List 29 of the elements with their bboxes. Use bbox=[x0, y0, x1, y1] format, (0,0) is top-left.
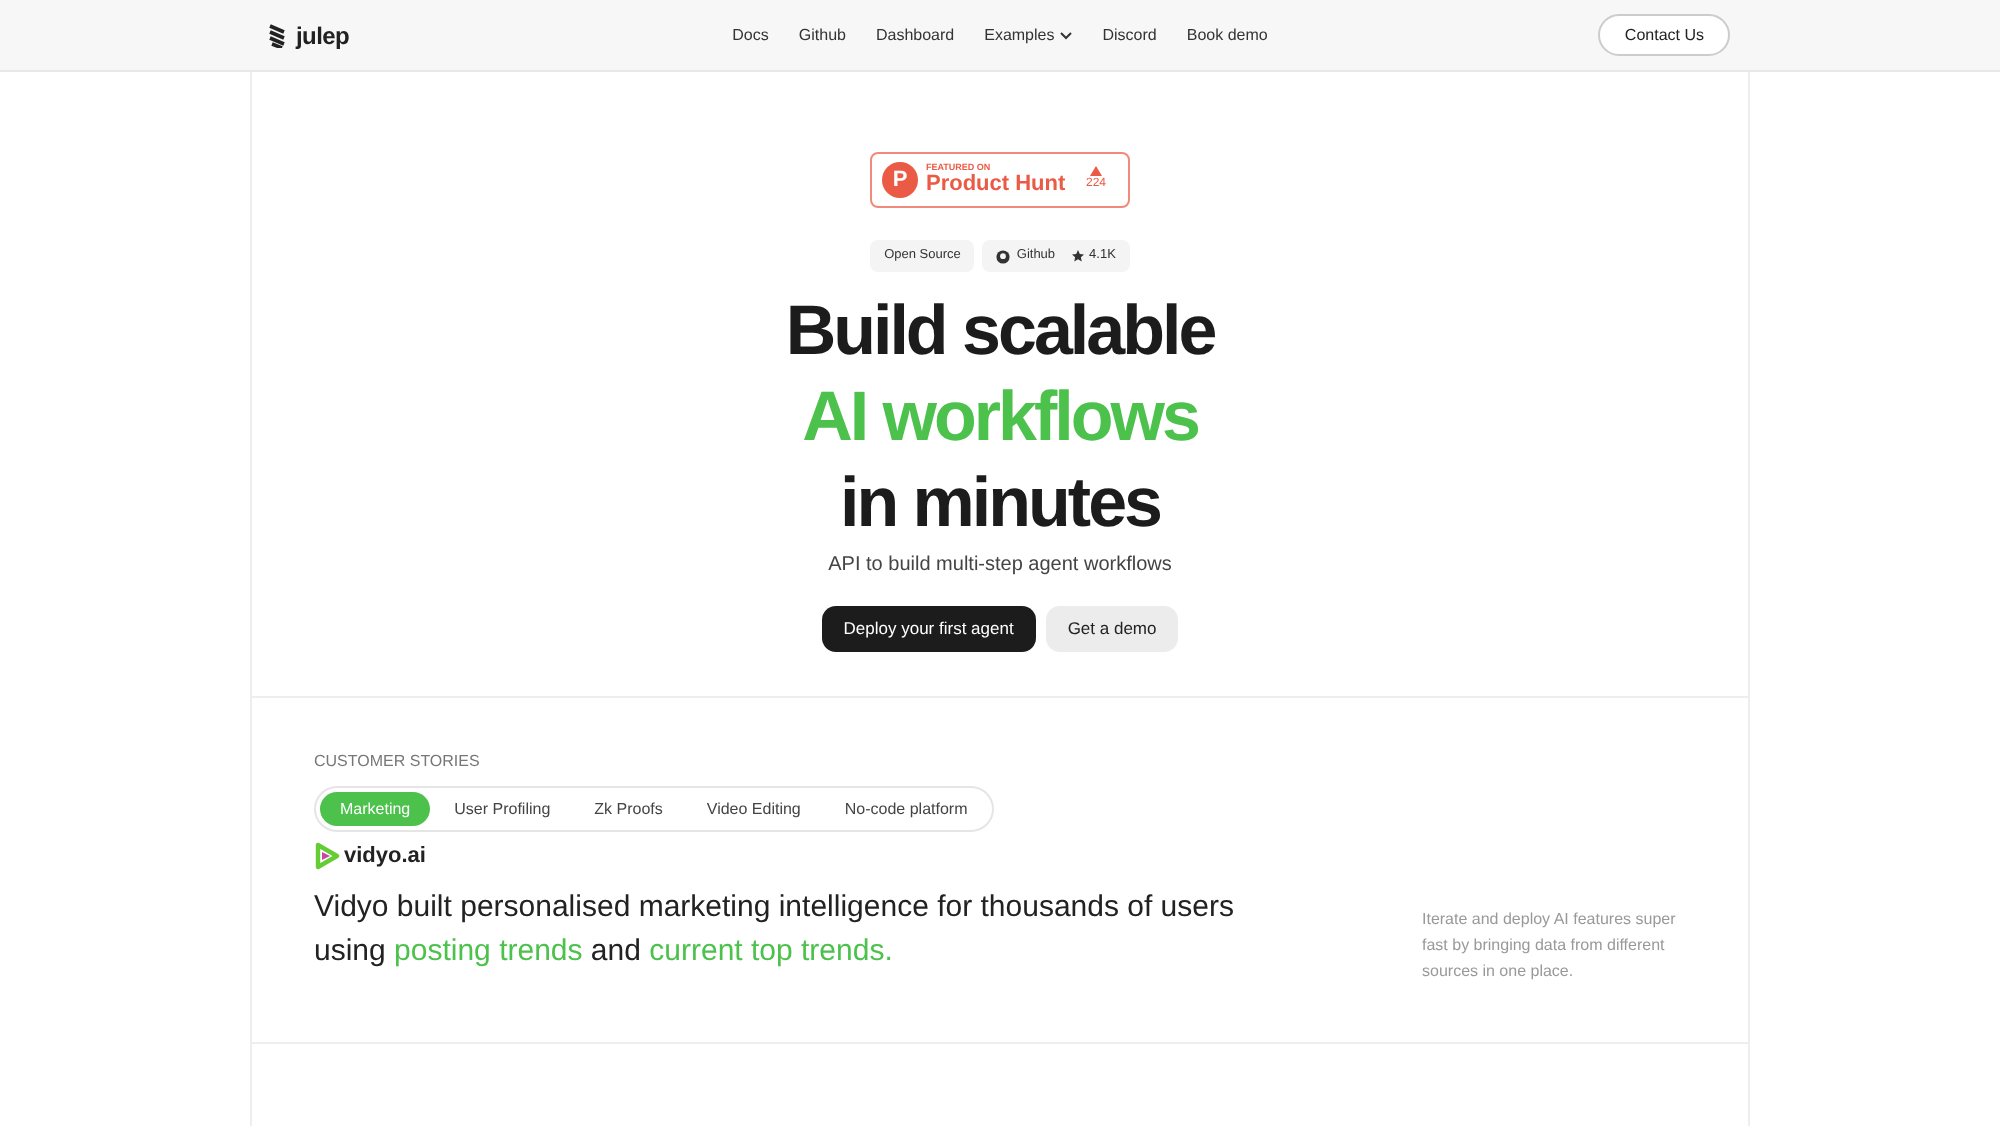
nav-link[interactable]: Book demo bbox=[1186, 23, 1268, 47]
product-hunt-logo: P bbox=[882, 162, 918, 198]
demo-button[interactable]: Get a demo bbox=[1045, 606, 1179, 652]
contact-button[interactable]: Contact Us bbox=[1598, 14, 1730, 56]
chevron-down-icon bbox=[1060, 31, 1073, 39]
story-tab[interactable]: Zk Proofs bbox=[574, 792, 683, 826]
deploy-button[interactable]: Deploy your first agent bbox=[821, 606, 1036, 652]
hero-subtitle: API to build multi-step agent workflows bbox=[828, 552, 1172, 580]
nav-link[interactable]: Github bbox=[798, 23, 846, 47]
story-tab[interactable]: User Profiling bbox=[434, 792, 571, 826]
nav-link[interactable]: Docs bbox=[732, 23, 769, 47]
brand-logo-text: vidyo.ai bbox=[344, 842, 426, 872]
section-heading: CUSTOMER STORIES bbox=[314, 750, 482, 774]
play-icon bbox=[314, 842, 340, 871]
hero-title-line: Build scalable bbox=[785, 290, 1215, 374]
story-tab[interactable]: Video Editing bbox=[686, 792, 821, 826]
nav-link[interactable]: Dashboard bbox=[875, 23, 955, 47]
star-icon bbox=[1071, 250, 1084, 262]
nav-link[interactable]: Discord bbox=[1102, 23, 1157, 47]
hero-title-line: in minutes bbox=[839, 462, 1161, 546]
product-hunt-name: Product Hunt bbox=[926, 173, 1066, 196]
hero-title-line: AI workflows bbox=[802, 376, 1198, 460]
logo-icon bbox=[268, 23, 288, 47]
story-tab[interactable]: No-code platform bbox=[824, 792, 988, 826]
story-statement: Vidyo built personalised marketing intelligence for thousands of users using posting trends and current top trends. bbox=[314, 887, 1236, 971]
story-note: Iterate and deploy AI features super fast by bringing data from different sources in one place. bbox=[1422, 908, 1678, 984]
nav-link[interactable]: Examples bbox=[984, 23, 1073, 47]
upvote-icon bbox=[1089, 166, 1102, 176]
logo-text: julep bbox=[296, 19, 350, 53]
